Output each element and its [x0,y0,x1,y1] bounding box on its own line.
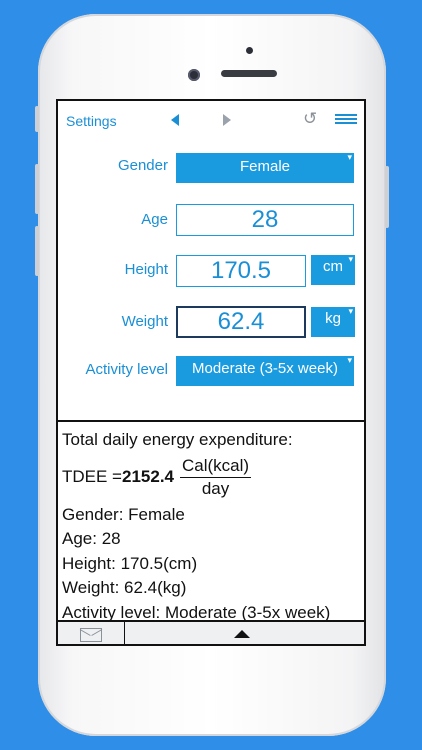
result-gender: Gender: Female [62,504,185,524]
volume-down-button [35,226,39,276]
results-panel: Total daily energy expenditure: TDEE = 2… [62,428,330,625]
activity-level-select[interactable]: Moderate (3-5x week) ▾ [176,356,354,386]
dropdown-caret-icon: ▾ [347,152,352,162]
previous-arrow-icon[interactable] [171,114,179,126]
tdee-unit-denominator: day [201,479,230,498]
expand-up-icon[interactable] [234,630,250,638]
age-input[interactable]: 28 [176,204,354,236]
tdee-formula: TDEE = 2152.4 Cal(kcal) day [62,453,330,503]
earpiece-speaker [221,70,277,77]
app-screen: Settings ↺ Gender Female ▾ Age 28 Height… [56,99,366,646]
tdee-unit-numerator: Cal(kcal) [180,455,252,478]
front-camera-icon [188,69,200,81]
dropdown-caret-icon: ▾ [348,306,353,316]
undo-icon[interactable]: ↺ [303,109,317,129]
height-unit-select[interactable]: cm ▾ [311,255,355,285]
menu-icon[interactable] [335,114,357,126]
tdee-unit-fraction: Cal(kcal) day [180,455,252,500]
weight-input[interactable]: 62.4 [176,306,306,338]
age-label: Age [141,211,168,228]
tdee-prefix: TDEE = [62,467,122,487]
height-unit-value: cm [323,258,343,275]
results-heading: Total daily energy expenditure: [62,430,293,449]
result-height: Height: 170.5(cm) [62,553,198,573]
volume-up-button [35,164,39,214]
settings-button[interactable]: Settings [66,113,117,129]
toolbar-separator [124,622,125,644]
dropdown-caret-icon: ▾ [347,355,352,365]
top-toolbar: Settings ↺ [58,101,364,139]
proximity-sensor [246,47,253,54]
activity-level-label: Activity level [85,361,168,378]
power-button [385,166,389,228]
section-divider [58,420,364,422]
activity-level-value: Moderate (3-5x week) [192,360,338,377]
bottom-toolbar [58,620,364,644]
tdee-value: 2152.4 [122,467,174,487]
dropdown-caret-icon: ▾ [348,254,353,264]
height-input[interactable]: 170.5 [176,255,306,287]
gender-select-value: Female [239,158,291,175]
mail-icon[interactable] [80,628,102,642]
height-label: Height [124,261,168,278]
gender-select[interactable]: Female ▾ [176,153,354,183]
result-age: Age: 28 [62,529,121,548]
weight-label: Weight [121,313,168,330]
result-weight: Weight: 62.4(kg) [62,578,187,597]
gender-label: Gender [117,157,168,174]
next-arrow-icon[interactable] [223,114,231,126]
weight-unit-value: kg [325,310,341,327]
weight-unit-select[interactable]: kg ▾ [311,307,355,337]
mute-switch [35,106,39,132]
